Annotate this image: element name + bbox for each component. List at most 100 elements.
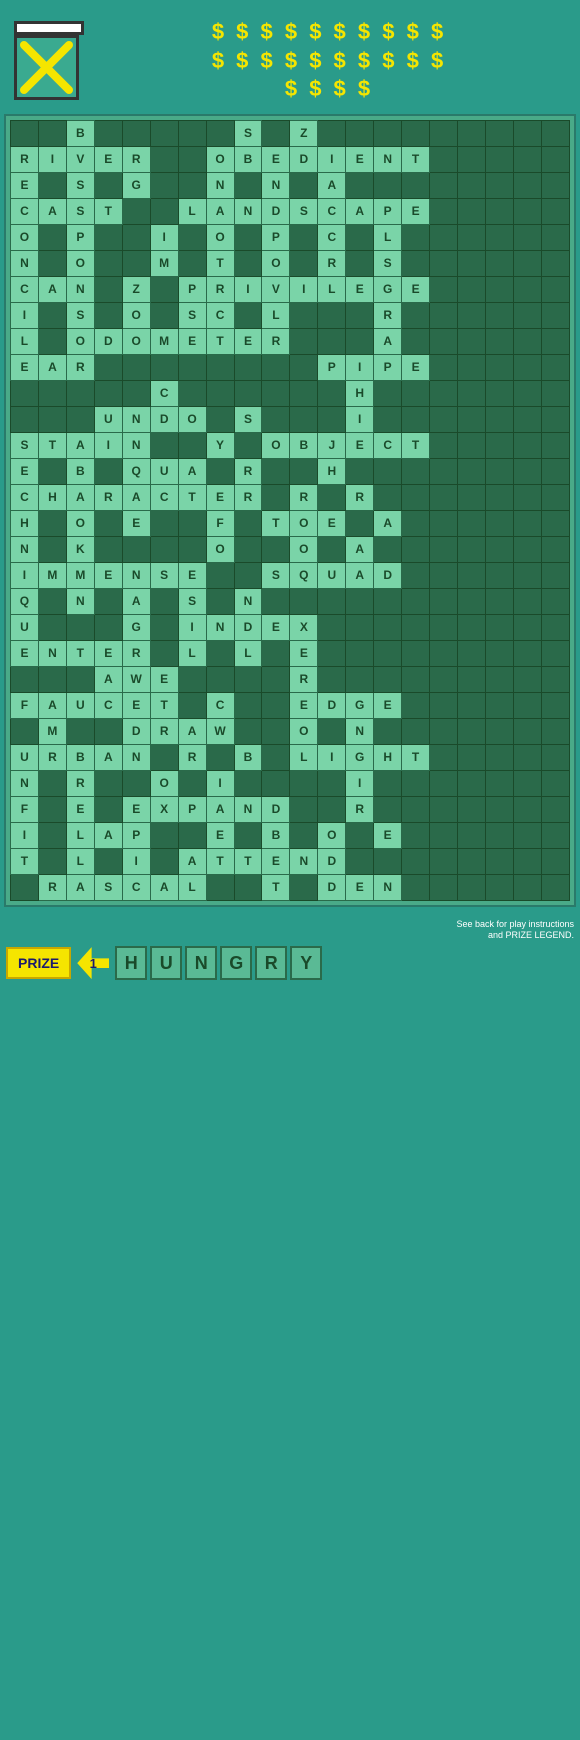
dark-cell	[402, 718, 430, 744]
dark-cell	[458, 692, 486, 718]
letter-cell: O	[290, 536, 318, 562]
dark-cell	[122, 120, 150, 146]
letter-cell: M	[38, 562, 66, 588]
dark-cell	[485, 744, 513, 770]
dark-cell	[66, 614, 94, 640]
letter-cell: P	[262, 224, 290, 250]
dark-cell	[234, 302, 262, 328]
letter-cell: N	[290, 848, 318, 874]
dark-cell	[458, 562, 486, 588]
letter-cell: I	[346, 406, 374, 432]
dark-cell	[485, 796, 513, 822]
letter-cell: R	[66, 770, 94, 796]
dark-cell	[206, 354, 234, 380]
dark-cell	[374, 770, 402, 796]
dark-cell	[430, 562, 458, 588]
letter-cell: E	[11, 172, 39, 198]
letter-cell: S	[150, 562, 178, 588]
letter-cell: T	[178, 484, 206, 510]
dark-cell	[541, 822, 569, 848]
letter-cell: O	[290, 510, 318, 536]
letter-cell: A	[122, 588, 150, 614]
letter-cell: A	[206, 796, 234, 822]
letter-cell: P	[66, 224, 94, 250]
dark-cell	[38, 510, 66, 536]
dark-cell	[178, 666, 206, 692]
letter-cell: E	[178, 562, 206, 588]
letter-cell: R	[11, 146, 39, 172]
dark-cell	[150, 640, 178, 666]
dark-cell	[374, 640, 402, 666]
dark-cell	[374, 458, 402, 484]
dark-cell	[458, 276, 486, 302]
dark-cell	[234, 380, 262, 406]
dark-cell	[485, 250, 513, 276]
letter-cell: O	[122, 328, 150, 354]
dark-cell	[234, 224, 262, 250]
dark-cell	[430, 536, 458, 562]
dark-cell	[290, 822, 318, 848]
dark-cell	[485, 640, 513, 666]
letter-cell: O	[150, 770, 178, 796]
back-text: See back for play instructions and PRIZE…	[444, 919, 574, 942]
dark-cell	[430, 250, 458, 276]
dark-cell	[430, 406, 458, 432]
dark-cell	[541, 302, 569, 328]
letter-cell: E	[346, 276, 374, 302]
dark-cell	[402, 484, 430, 510]
dark-cell	[485, 458, 513, 484]
dark-cell	[458, 536, 486, 562]
letter-cell: R	[262, 328, 290, 354]
dark-cell	[94, 120, 122, 146]
letter-cell: R	[374, 302, 402, 328]
dark-cell	[234, 692, 262, 718]
dark-cell	[402, 822, 430, 848]
dark-cell	[430, 874, 458, 900]
dark-cell	[66, 406, 94, 432]
dark-cell	[485, 848, 513, 874]
dark-cell	[262, 406, 290, 432]
letter-cell: L	[234, 640, 262, 666]
letter-cell: H	[11, 510, 39, 536]
dark-cell	[402, 172, 430, 198]
dark-cell	[430, 614, 458, 640]
dark-cell	[262, 380, 290, 406]
letter-cell: R	[122, 146, 150, 172]
dark-cell	[206, 406, 234, 432]
dark-cell	[178, 120, 206, 146]
letter-cell: O	[206, 146, 234, 172]
letter-cell: L	[178, 640, 206, 666]
dollar-row-1: $ $ $ $ $ $ $ $ $ $	[92, 18, 566, 47]
letter-cell: E	[11, 640, 39, 666]
dark-cell	[150, 354, 178, 380]
dark-cell	[541, 276, 569, 302]
multiplier-box	[14, 35, 79, 100]
letter-cell: O	[206, 224, 234, 250]
dark-cell	[513, 172, 541, 198]
dark-cell	[94, 536, 122, 562]
letter-cell: C	[150, 380, 178, 406]
dark-cell	[458, 172, 486, 198]
dark-cell	[346, 666, 374, 692]
dark-cell	[346, 588, 374, 614]
letter-cell: I	[234, 276, 262, 302]
dark-cell	[206, 562, 234, 588]
dark-cell	[430, 692, 458, 718]
dark-cell	[11, 120, 39, 146]
dark-cell	[430, 510, 458, 536]
letter-cell: P	[178, 276, 206, 302]
dark-cell	[206, 874, 234, 900]
dark-cell	[290, 302, 318, 328]
dark-cell	[430, 276, 458, 302]
dark-cell	[458, 432, 486, 458]
dark-cell	[458, 354, 486, 380]
letter-cell: C	[374, 432, 402, 458]
dark-cell	[234, 354, 262, 380]
letter-cell: I	[11, 562, 39, 588]
dark-cell	[541, 692, 569, 718]
letter-cell: E	[402, 276, 430, 302]
dark-cell	[206, 120, 234, 146]
dark-cell	[374, 172, 402, 198]
dark-cell	[402, 796, 430, 822]
dark-cell	[513, 822, 541, 848]
